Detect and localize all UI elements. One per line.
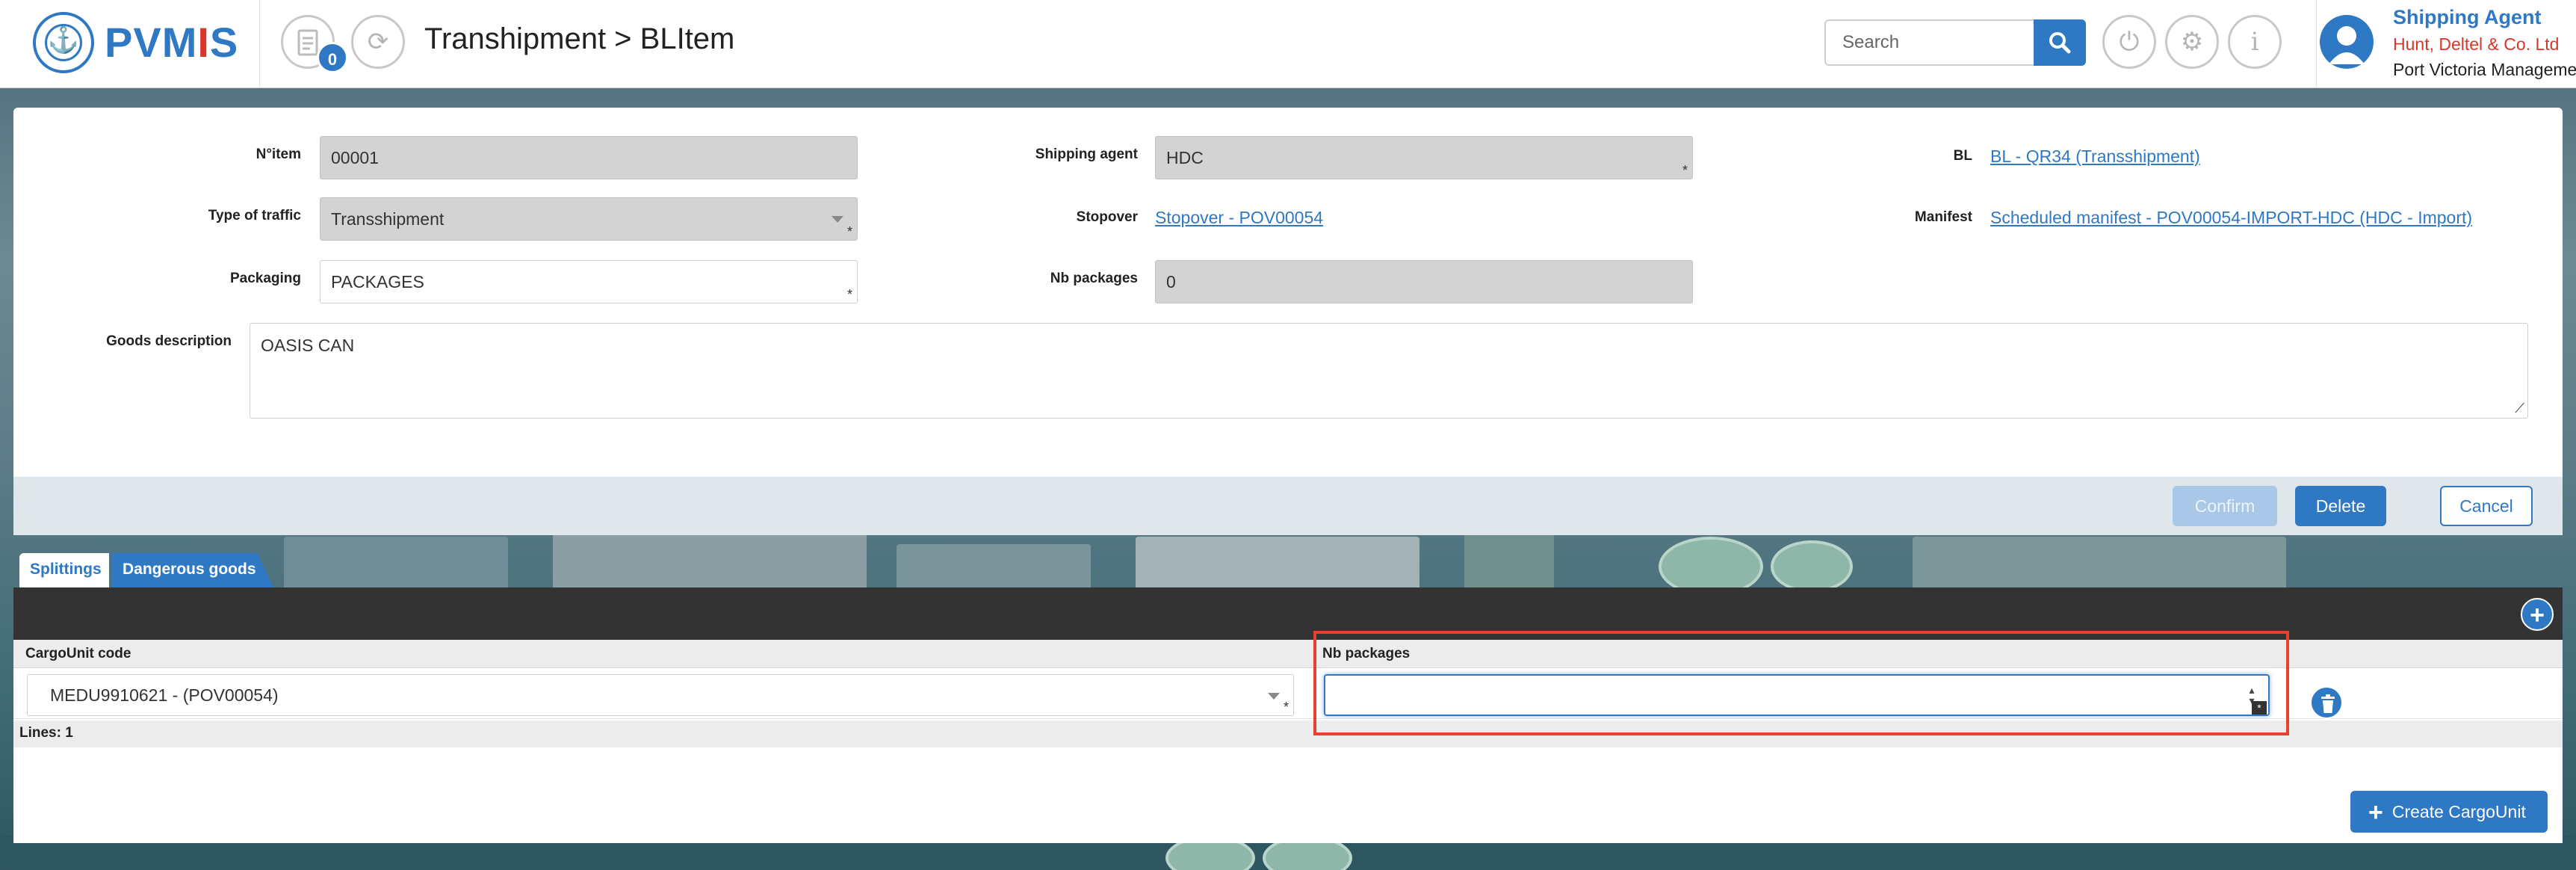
- packaging-value: PACKAGES: [331, 272, 424, 291]
- stopover-label: Stopover: [1076, 209, 1138, 225]
- required-star-icon: *: [846, 224, 852, 239]
- manifest-label: Manifest: [1914, 209, 1972, 225]
- plus-icon: +: [2368, 798, 2383, 827]
- table-row: MEDU9910621 - (POV00054) * ▴ ▾ *: [13, 668, 2563, 719]
- power-icon[interactable]: ⏻: [2102, 15, 2156, 69]
- shipping-agent-value: HDC: [1166, 148, 1204, 167]
- stopover-link[interactable]: Stopover - POV00054: [1155, 208, 1323, 228]
- column-header-nb-packages: Nb packages: [1322, 646, 1411, 661]
- form-action-bar: Confirm Delete Cancel: [13, 477, 2563, 535]
- goods-description-label: Goods description: [106, 333, 232, 349]
- manifest-link[interactable]: Scheduled manifest - POV00054-IMPORT-HDC…: [1990, 208, 2472, 228]
- required-star-icon: *: [1283, 700, 1289, 715]
- add-row-button[interactable]: +: [2521, 598, 2554, 631]
- logo-text: PVMIS: [105, 19, 239, 66]
- search-input[interactable]: [1824, 19, 2034, 66]
- bl-label: BL: [1953, 148, 1972, 164]
- chevron-down-icon: [832, 216, 843, 223]
- splittings-grid: CargoUnit code Nb packages MEDU9910621 -…: [13, 640, 2563, 843]
- required-star-icon: *: [1682, 163, 1688, 178]
- lines-count: Lines: 1: [13, 721, 2563, 747]
- nb-packages-input[interactable]: [1324, 674, 2270, 716]
- notification-badge: 0: [317, 42, 348, 73]
- search-icon: [2049, 32, 2071, 54]
- traffic-type-select: Transshipment *: [320, 197, 858, 241]
- item-number-label: N°item: [256, 146, 301, 162]
- packaging-label: Packaging: [229, 271, 301, 286]
- app-header: ⚓ PVMIS 0 ⟳ Transhipment > BLItem ⏻ ⚙ i …: [0, 0, 2576, 88]
- goods-description-value: OASIS CAN: [261, 336, 355, 355]
- user-panel[interactable]: Shipping Agent Hunt, Deltel & Co. Ltd Po…: [2316, 0, 2576, 88]
- trash-icon: [2321, 694, 2335, 713]
- create-cargo-unit-button[interactable]: + Create CargoUnit: [2350, 791, 2548, 833]
- plus-icon: +: [2530, 601, 2545, 629]
- grid-header: CargoUnit code Nb packages: [13, 640, 2563, 668]
- cancel-button[interactable]: Cancel: [2440, 486, 2533, 526]
- bl-link[interactable]: BL - QR34 (Transshipment): [1990, 146, 2200, 167]
- required-star-icon: *: [2252, 701, 2267, 715]
- search-button[interactable]: [2034, 19, 2086, 66]
- delete-row-button[interactable]: [2310, 686, 2343, 719]
- logo[interactable]: ⚓ PVMIS: [0, 0, 260, 88]
- cargo-unit-select[interactable]: MEDU9910621 - (POV00054) *: [27, 674, 1294, 716]
- item-number-field: 00001: [320, 136, 858, 179]
- resize-handle-icon[interactable]: ⟋: [2515, 401, 2524, 416]
- grid-toolbar: +: [13, 587, 2563, 640]
- packaging-field[interactable]: PACKAGES *: [320, 260, 858, 303]
- chevron-down-icon: [1268, 693, 1280, 700]
- column-header-cargo-unit: CargoUnit code: [25, 646, 131, 661]
- tab-dangerous-goods[interactable]: Dangerous goods: [112, 553, 273, 587]
- refresh-icon[interactable]: ⟳: [351, 15, 405, 69]
- info-icon[interactable]: i: [2228, 15, 2282, 69]
- tab-splittings[interactable]: Splittings: [19, 553, 109, 587]
- create-cargo-unit-label: Create CargoUnit: [2391, 802, 2526, 821]
- shipping-agent-field: HDC *: [1155, 136, 1693, 179]
- page-title: Transhipment > BLItem: [424, 22, 735, 55]
- user-company: Hunt, Deltel & Co. Ltd: [2393, 34, 2560, 54]
- traffic-type-value: Transshipment: [331, 209, 445, 229]
- settings-icon[interactable]: ⚙: [2165, 15, 2219, 69]
- avatar: [2320, 15, 2374, 69]
- user-role: Shipping Agent: [2393, 6, 2542, 28]
- confirm-button[interactable]: Confirm: [2173, 486, 2277, 526]
- shipping-agent-label: Shipping agent: [1035, 146, 1138, 162]
- blitem-form: N°item 00001 Type of traffic Transshipme…: [13, 108, 2563, 477]
- nb-packages-label: Nb packages: [1050, 271, 1138, 286]
- traffic-type-label: Type of traffic: [208, 208, 301, 223]
- anchor-logo-icon: ⚓: [33, 12, 94, 73]
- goods-description-textarea[interactable]: OASIS CAN ⟋: [250, 323, 2528, 419]
- cargo-unit-value: MEDU9910621 - (POV00054): [50, 685, 279, 705]
- user-organization: Port Victoria Management: [2393, 60, 2576, 79]
- delete-button[interactable]: Delete: [2295, 486, 2386, 526]
- nb-packages-field: 0: [1155, 260, 1693, 303]
- required-star-icon: *: [846, 287, 852, 302]
